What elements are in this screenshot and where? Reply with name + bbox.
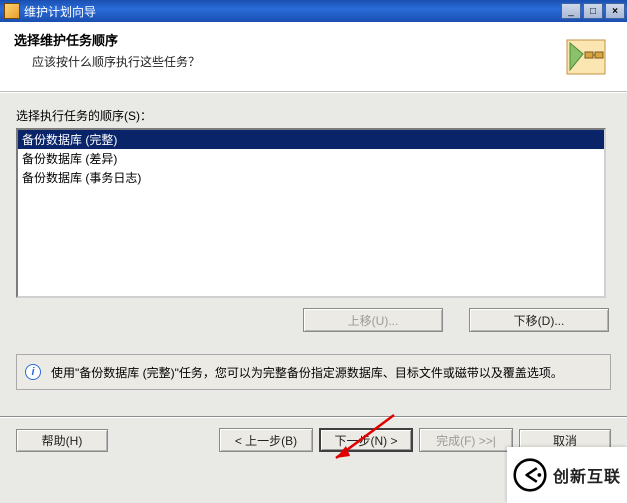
window-title: 维护计划向导 xyxy=(24,3,561,20)
wizard-icon xyxy=(563,34,609,80)
close-button[interactable]: × xyxy=(605,3,625,19)
next-button[interactable]: 下一步(N) > xyxy=(319,428,413,452)
finish-button[interactable]: 完成(F) >>| xyxy=(419,428,513,452)
page-subtitle: 应该按什么顺序执行这些任务？ xyxy=(32,53,563,70)
back-button[interactable]: < 上一步(B) xyxy=(219,428,313,452)
list-item[interactable]: 备份数据库 (差异) xyxy=(18,149,604,168)
wizard-header: 选择维护任务顺序 应该按什么顺序执行这些任务？ xyxy=(0,22,627,92)
list-item[interactable]: 备份数据库 (事务日志) xyxy=(18,168,604,187)
list-item[interactable]: 备份数据库 (完整) xyxy=(18,130,604,149)
move-up-button[interactable]: 上移(U)... xyxy=(303,308,443,332)
window-buttons: _ □ × xyxy=(561,3,625,19)
help-button[interactable]: 帮助(H) xyxy=(16,429,108,452)
watermark: 创新互联 xyxy=(507,447,627,503)
maximize-button[interactable]: □ xyxy=(583,3,603,19)
watermark-text: 创新互联 xyxy=(553,463,621,487)
app-icon xyxy=(4,3,20,19)
minimize-button[interactable]: _ xyxy=(561,3,581,19)
info-icon: i xyxy=(25,364,41,380)
hint-text: 使用"备份数据库 (完整)"任务，您可以为完整备份指定源数据库、目标文件或磁带以… xyxy=(51,364,563,381)
page-title: 选择维护任务顺序 xyxy=(14,30,563,49)
list-label: 选择执行任务的顺序(S)： xyxy=(16,107,611,124)
hint-bar: i 使用"备份数据库 (完整)"任务，您可以为完整备份指定源数据库、目标文件或磁… xyxy=(16,354,611,390)
move-down-button[interactable]: 下移(D)... xyxy=(469,308,609,332)
titlebar: 维护计划向导 _ □ × xyxy=(0,0,627,22)
task-order-listbox[interactable]: 备份数据库 (完整)备份数据库 (差异)备份数据库 (事务日志) xyxy=(16,128,606,298)
wizard-body: 选择执行任务的顺序(S)： 备份数据库 (完整)备份数据库 (差异)备份数据库 … xyxy=(0,92,627,332)
